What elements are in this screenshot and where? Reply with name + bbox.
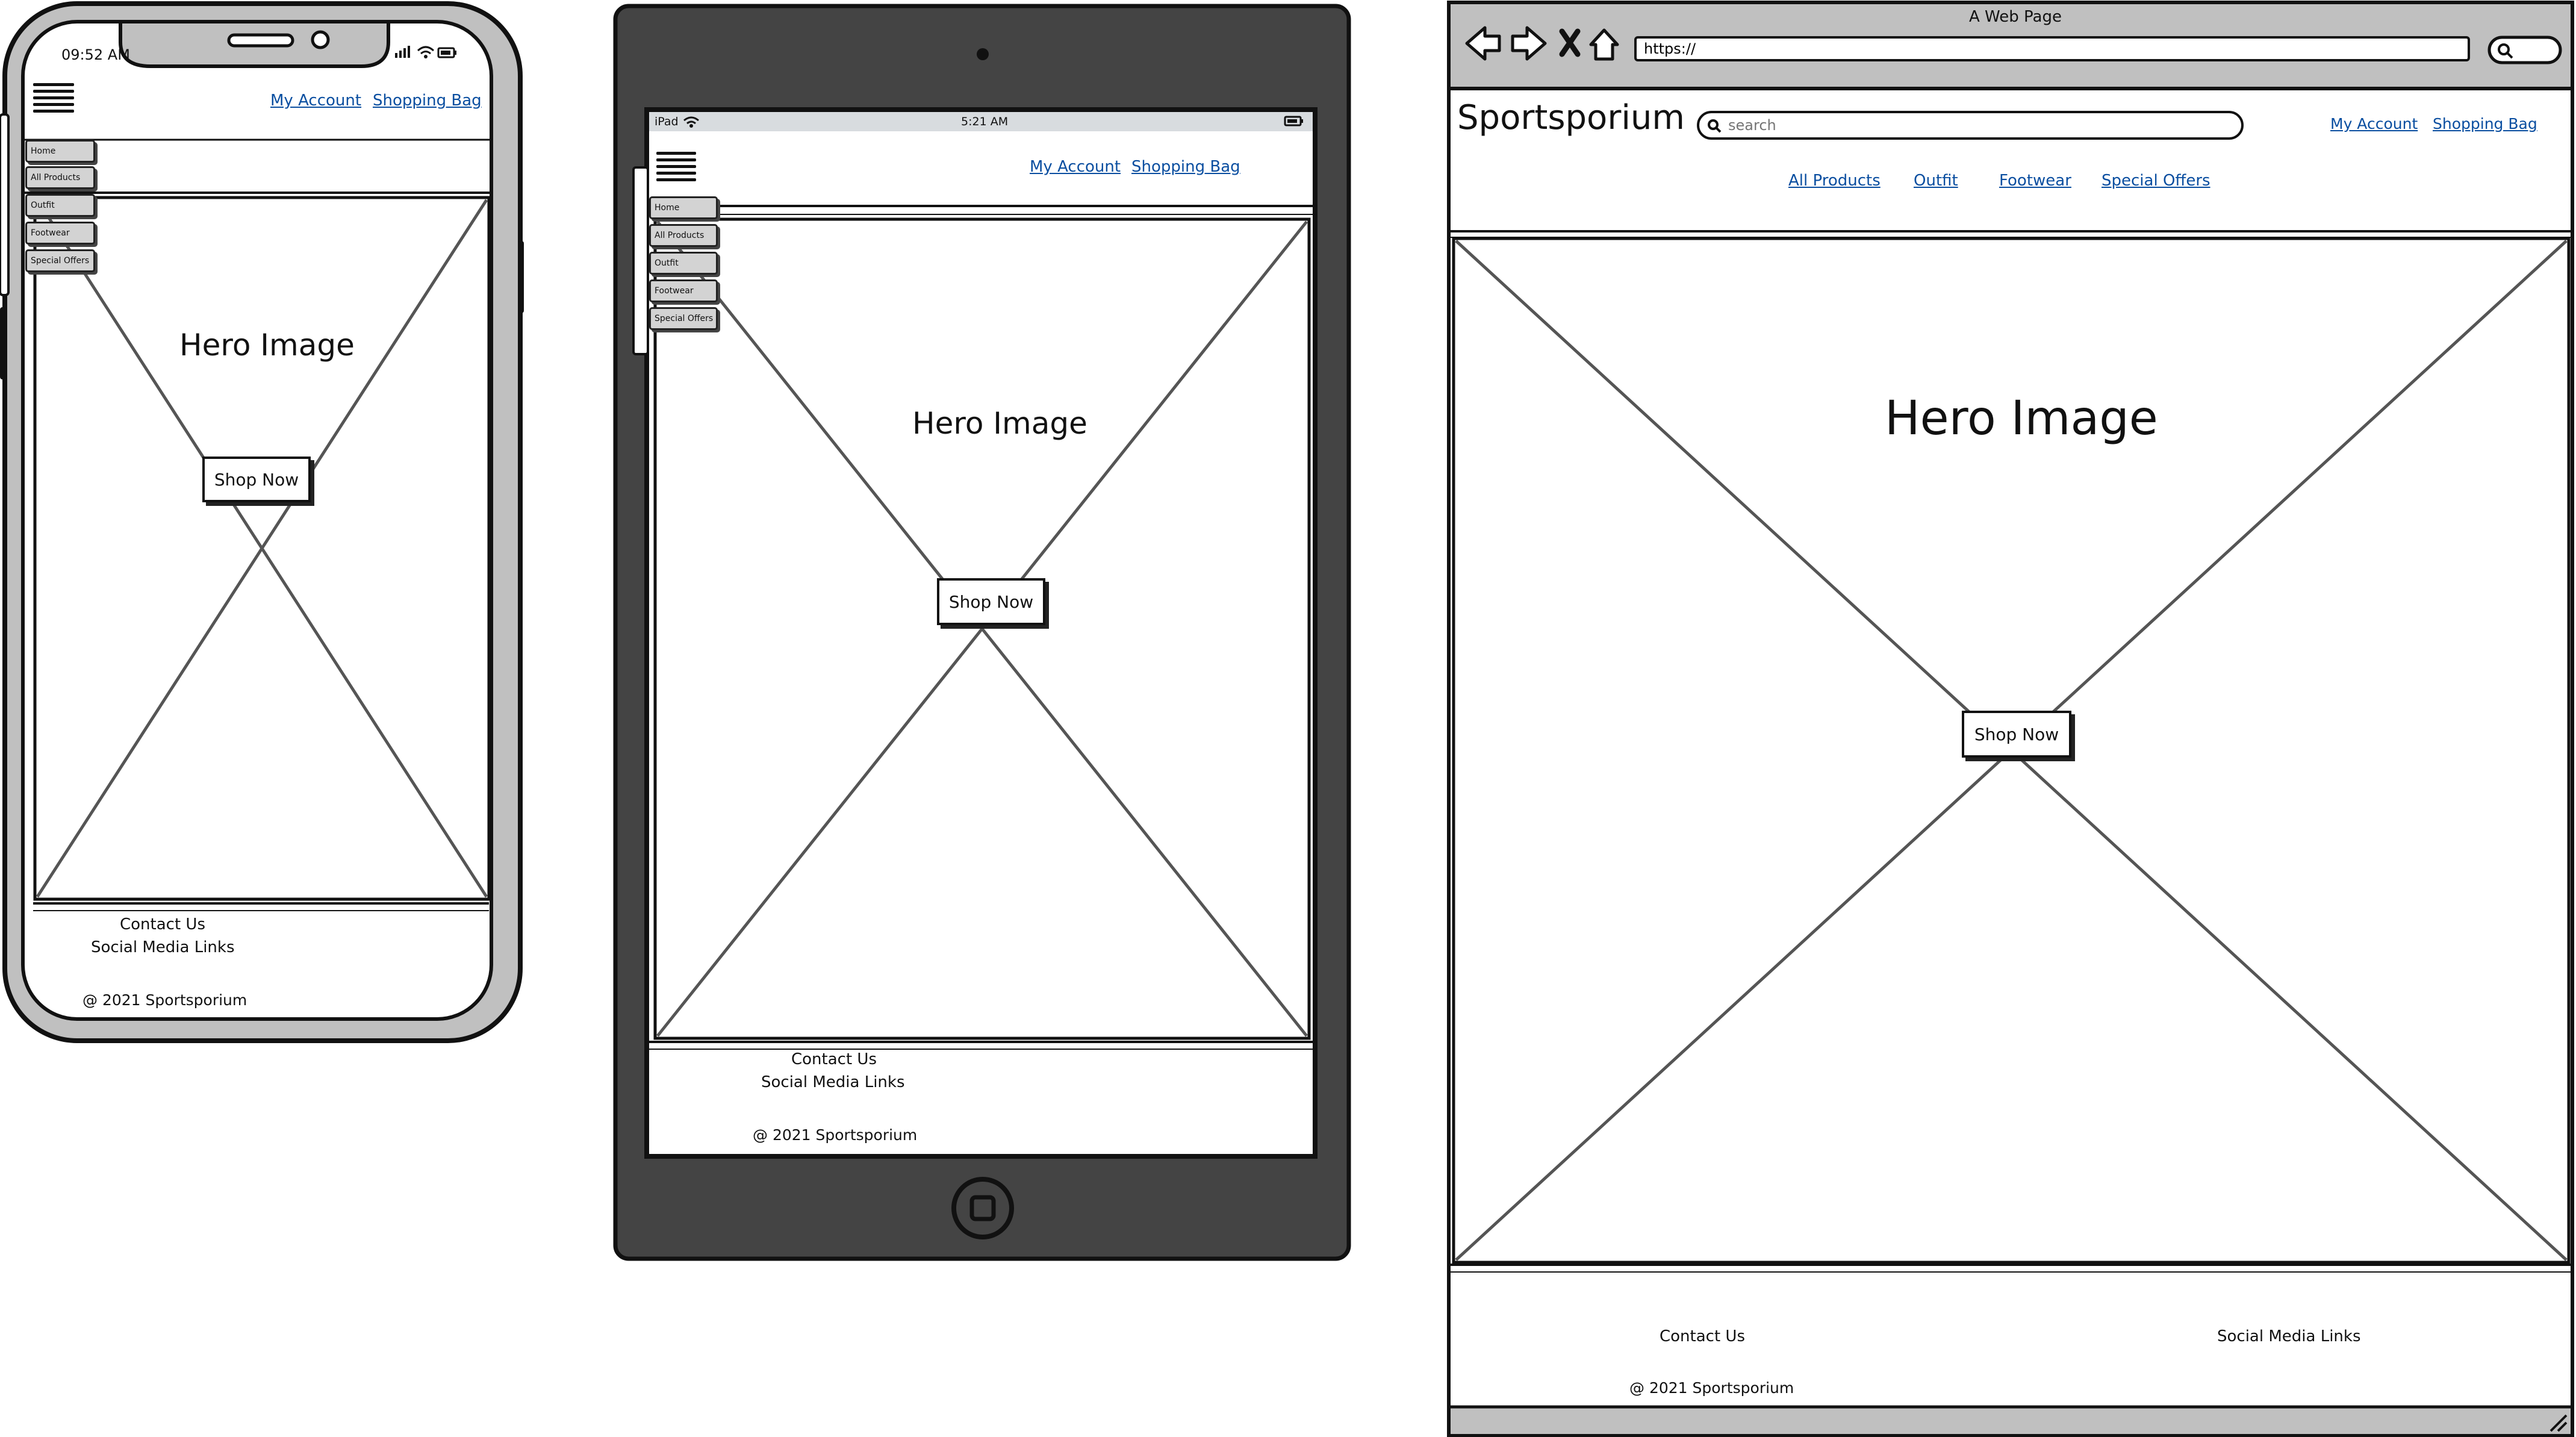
phone-hero-label: Hero Image	[179, 328, 355, 363]
phone-menu-item-outfit[interactable]: Outfit	[25, 194, 95, 217]
browser-window-title: A Web Page	[1969, 8, 2062, 26]
phone-menu-item-all-products[interactable]: All Products	[25, 166, 95, 189]
desktop-footer-contact[interactable]: Contact Us	[1660, 1329, 1745, 1344]
desktop-my-account-link[interactable]: My Account	[2330, 116, 2418, 131]
phone-footer-contact[interactable]: Contact Us	[120, 917, 205, 932]
tablet-menu-item-special-offers[interactable]: Special Offers	[649, 307, 718, 330]
tablet-status-time: 5:21 AM	[961, 115, 1009, 128]
phone-menu-item-footwear[interactable]: Footwear	[25, 222, 95, 245]
tablet-menu-item-all-products[interactable]: All Products	[649, 224, 718, 247]
brand-logo[interactable]: Sportsporium	[1457, 101, 1685, 135]
tablet-menu-item-home[interactable]: Home	[649, 196, 718, 219]
tablet-my-account-link[interactable]: My Account	[1030, 159, 1121, 175]
category-link-outfit[interactable]: Outfit	[1914, 173, 1958, 189]
address-input[interactable]	[1643, 40, 2468, 58]
site-search[interactable]	[1697, 111, 2244, 140]
tablet-shopping-bag-link[interactable]: Shopping Bag	[1131, 159, 1240, 175]
tablet-footer-copyright: @ 2021 Sportsporium	[753, 1126, 918, 1144]
address-bar[interactable]	[1634, 36, 2470, 61]
phone-my-account-link[interactable]: My Account	[270, 93, 361, 108]
search-input[interactable]	[1727, 116, 2241, 134]
tablet-frame	[613, 4, 1351, 1261]
hamburger-menu-icon[interactable]	[33, 83, 74, 116]
wireframe-canvas	[0, 1, 2574, 1437]
tablet-status-device: iPad	[655, 115, 679, 128]
desktop-shopping-bag-link[interactable]: Shopping Bag	[2433, 116, 2537, 131]
tablet-menu-item-footwear[interactable]: Footwear	[649, 279, 718, 302]
desktop-hero-label: Hero Image	[1885, 391, 2158, 446]
phone-footer-social[interactable]: Social Media Links	[91, 940, 235, 955]
hamburger-menu-icon[interactable]	[656, 152, 696, 185]
phone-footer-copyright: @ 2021 Sportsporium	[82, 991, 247, 1009]
tablet-footer-social[interactable]: Social Media Links	[761, 1074, 905, 1090]
search-icon	[1708, 119, 1722, 133]
tablet-footer-contact[interactable]: Contact Us	[791, 1052, 877, 1067]
tablet-hero-label: Hero Image	[912, 406, 1087, 441]
phone-menu-item-special-offers[interactable]: Special Offers	[25, 249, 95, 272]
category-link-all-products[interactable]: All Products	[1788, 173, 1881, 189]
phone-shopping-bag-link[interactable]: Shopping Bag	[373, 93, 482, 108]
tablet-menu-item-outfit[interactable]: Outfit	[649, 252, 718, 275]
category-link-footwear[interactable]: Footwear	[1999, 173, 2071, 189]
desktop-shop-now-button[interactable]: Shop Now	[1962, 711, 2071, 758]
desktop-footer-copyright: @ 2021 Sportsporium	[1629, 1379, 1794, 1397]
desktop-footer-social[interactable]: Social Media Links	[2217, 1329, 2361, 1344]
phone-status-time: 09:52 AM	[61, 46, 130, 63]
tablet-shop-now-button[interactable]: Shop Now	[937, 578, 1045, 625]
phone-menu-item-home[interactable]: Home	[25, 140, 95, 163]
category-link-special-offers[interactable]: Special Offers	[2102, 173, 2210, 189]
phone-shop-now-button[interactable]: Shop Now	[202, 457, 311, 502]
